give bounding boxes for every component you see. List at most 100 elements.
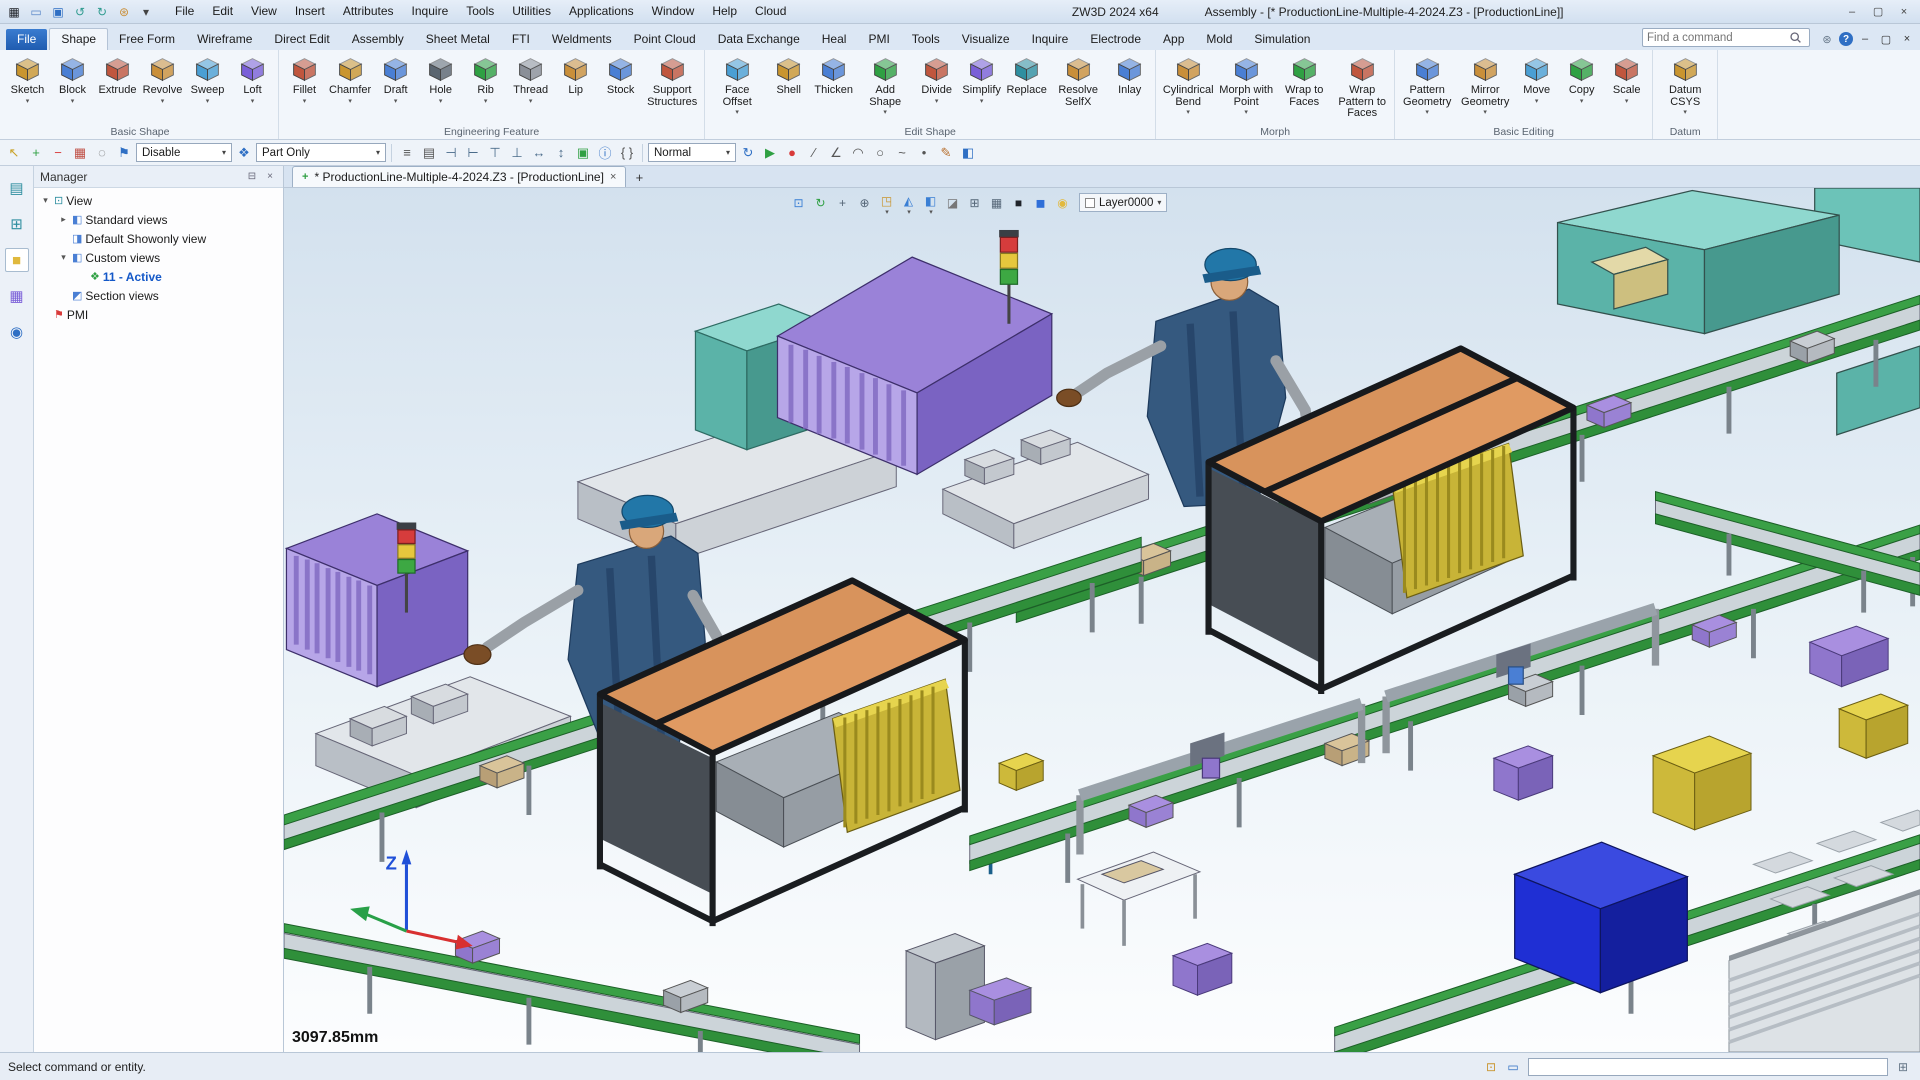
tab-wireframe[interactable]: Wireframe — [186, 29, 263, 50]
regen-icon[interactable]: ↻ — [811, 194, 830, 212]
inlay-button[interactable]: Inlay — [1107, 53, 1152, 97]
viewport-canvas[interactable]: Z ⊡↻+⊕◳◭◧◪⊞▦■◼◉ Layer0000 3097.85mm — [284, 188, 1920, 1052]
redo-icon[interactable]: ↻ — [92, 3, 112, 21]
tab-electrode[interactable]: Electrode — [1079, 29, 1152, 50]
remove-from-selection-icon[interactable]: − — [48, 143, 68, 163]
shade-mode-icon[interactable]: ◧ — [921, 194, 940, 212]
info-icon[interactable]: ⓘ — [595, 143, 615, 163]
orient-view-icon[interactable]: ◭ — [899, 194, 918, 212]
minimize-button[interactable]: – — [1840, 3, 1864, 21]
scope-dropdown[interactable]: Part Only — [256, 143, 386, 162]
circle-tool-icon[interactable]: ○ — [870, 143, 890, 163]
tab-point-cloud[interactable]: Point Cloud — [623, 29, 707, 50]
menu-item[interactable]: Cloud — [746, 0, 795, 23]
stock-button[interactable]: Stock — [598, 53, 643, 97]
maximize-button[interactable]: ▢ — [1866, 3, 1890, 21]
tab-free-form[interactable]: Free Form — [108, 29, 186, 50]
panel-manager-icon[interactable]: ▤ — [5, 176, 29, 200]
move-button[interactable]: Move — [1514, 53, 1559, 106]
tab-inquire[interactable]: Inquire — [1021, 29, 1080, 50]
print-icon[interactable]: ▤ — [419, 143, 439, 163]
tree-item-default-showonly-view[interactable]: ◨ Default Showonly view — [34, 229, 283, 248]
doc-minimize-button[interactable]: – — [1856, 31, 1874, 47]
manager-close-icon[interactable]: × — [263, 170, 277, 184]
wrap-pattern-to-faces-button[interactable]: Wrap Pattern to Faces — [1333, 53, 1391, 120]
revolve-button[interactable]: Revolve — [140, 53, 185, 106]
panel-assembly-icon[interactable]: ⊞ — [5, 212, 29, 236]
record-icon[interactable]: ● — [782, 143, 802, 163]
tab-assembly[interactable]: Assembly — [341, 29, 415, 50]
block-button[interactable]: Block — [50, 53, 95, 106]
add-to-selection-icon[interactable]: + — [26, 143, 46, 163]
help-icon[interactable]: ? — [1839, 32, 1853, 46]
list-view-icon[interactable]: ≡ — [397, 143, 417, 163]
menu-item[interactable]: Inquire — [403, 0, 458, 23]
paint-icon[interactable]: ✎ — [936, 143, 956, 163]
point-tool-icon[interactable]: • — [914, 143, 934, 163]
tab-close-icon[interactable]: × — [610, 171, 616, 183]
new-tab-button[interactable]: + — [631, 169, 647, 185]
simplify-button[interactable]: Simplify — [959, 53, 1004, 106]
status-command-input[interactable] — [1528, 1058, 1888, 1076]
tab-shape[interactable]: Shape — [49, 28, 108, 50]
fillet-button[interactable]: Fillet — [282, 53, 327, 106]
sweep-button[interactable]: Sweep — [185, 53, 230, 106]
view-cube-icon[interactable]: ◳ — [877, 194, 896, 212]
pattern-geometry-button[interactable]: Pattern Geometry — [1398, 53, 1456, 117]
app-logo[interactable]: ▦ — [4, 3, 24, 21]
fit-scale-icon[interactable]: ⊡ — [1482, 1058, 1500, 1076]
replace-button[interactable]: Replace — [1004, 53, 1049, 97]
select-cursor-icon[interactable]: ↖ — [4, 143, 24, 163]
loft-button[interactable]: Loft — [230, 53, 275, 106]
thicken-button[interactable]: Thicken — [811, 53, 856, 97]
doc-restore-button[interactable]: ▢ — [1877, 31, 1895, 47]
menu-item[interactable]: View — [242, 0, 286, 23]
chamfer-button[interactable]: Chamfer — [327, 53, 373, 106]
tab-weldments[interactable]: Weldments — [541, 29, 623, 50]
display-monitor-icon[interactable]: ▭ — [1504, 1058, 1522, 1076]
new-file-icon[interactable]: ▭ — [26, 3, 46, 21]
tree-item-custom-views[interactable]: ▾ ◧ Custom views — [34, 248, 283, 267]
undo-icon[interactable]: ↺ — [70, 3, 90, 21]
panel-user-icon[interactable]: ◉ — [5, 320, 29, 344]
tab-sheet-metal[interactable]: Sheet Metal — [415, 29, 501, 50]
filter-flag-icon[interactable]: ⚑ — [114, 143, 134, 163]
divide-button[interactable]: Divide — [914, 53, 959, 106]
menu-item[interactable]: Insert — [286, 0, 334, 23]
align-right-icon[interactable]: ⊢ — [463, 143, 483, 163]
menu-item[interactable]: Attributes — [334, 0, 403, 23]
rib-button[interactable]: Rib — [463, 53, 508, 106]
menu-item[interactable]: Tools — [457, 0, 503, 23]
tab-data-exchange[interactable]: Data Exchange — [707, 29, 811, 50]
zoom-view-icon[interactable]: ⊕ — [855, 194, 874, 212]
align-top-icon[interactable]: ⊤ — [485, 143, 505, 163]
refit-view-icon[interactable]: ⊡ — [789, 194, 808, 212]
purple-cabinet-left[interactable] — [286, 514, 467, 687]
menu-item[interactable]: Window — [643, 0, 704, 23]
tab-direct-edit[interactable]: Direct Edit — [263, 29, 340, 50]
play-icon[interactable]: ▶ — [760, 143, 780, 163]
tree-item-section-views[interactable]: ◩ Section views — [34, 286, 283, 305]
web-icon[interactable]: ⊛ — [1818, 31, 1836, 47]
menu-item[interactable]: Help — [703, 0, 746, 23]
resolve-selfx-button[interactable]: Resolve SelfX — [1049, 53, 1107, 108]
add-shape-button[interactable]: Add Shape — [856, 53, 914, 117]
tree-item-view[interactable]: ▾ ⊡ View — [34, 191, 283, 210]
settings-gear-icon[interactable]: ⊛ — [114, 3, 134, 21]
distribute-horizontal-icon[interactable]: ↔ — [529, 143, 549, 163]
menu-item[interactable]: File — [166, 0, 203, 23]
scale-button[interactable]: Scale — [1604, 53, 1649, 106]
tab-visualize[interactable]: Visualize — [951, 29, 1021, 50]
expression-icon[interactable]: { } — [617, 143, 637, 163]
panel-files-icon[interactable]: ■ — [5, 248, 29, 272]
support-structures-button[interactable]: Support Structures — [643, 53, 701, 108]
tab-pmi[interactable]: PMI — [857, 29, 900, 50]
shell-button[interactable]: Shell — [766, 53, 811, 97]
face-offset-button[interactable]: Face Offset — [708, 53, 766, 117]
customize-quick-access-icon[interactable]: ▾ — [136, 3, 156, 21]
manager-dock-icon[interactable]: ⊟ — [245, 170, 259, 184]
arc-tool-icon[interactable]: ◠ — [848, 143, 868, 163]
cylindrical-bend-button[interactable]: Cylindrical Bend — [1159, 53, 1217, 117]
align-left-icon[interactable]: ⊣ — [441, 143, 461, 163]
wrap-to-faces-button[interactable]: Wrap to Faces — [1275, 53, 1333, 108]
